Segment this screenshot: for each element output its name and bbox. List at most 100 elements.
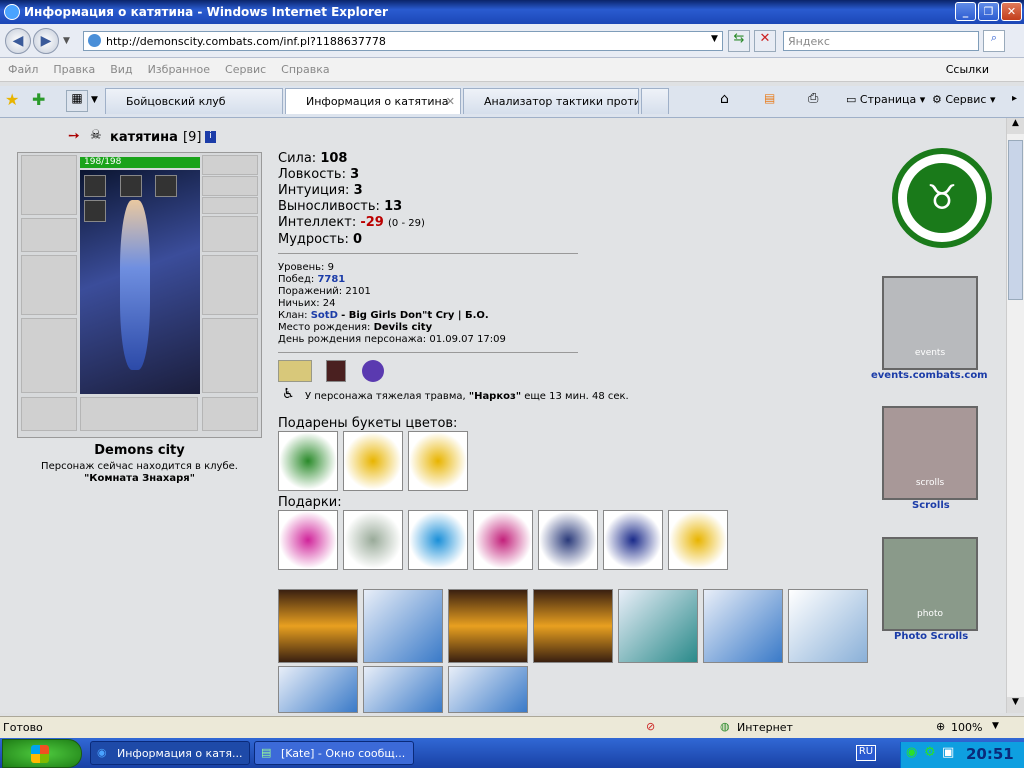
links-label[interactable]: Ссылки [946,63,989,76]
card-9[interactable] [363,666,443,713]
bouquet-gold-2[interactable] [408,431,468,491]
new-tab-button[interactable] [641,88,669,114]
page-menu[interactable]: ▭ Страница ▾ [846,93,925,106]
clock[interactable]: 20:51 [966,745,1014,763]
scroll-up-icon[interactable]: ▲ [1007,118,1024,134]
tab-analyzer[interactable]: Анализатор тактики проти... [463,88,639,114]
leggings-slot[interactable] [202,318,258,393]
info-icon[interactable]: i [205,131,216,143]
gloves-slot[interactable] [202,216,258,252]
card-1[interactable] [278,589,358,663]
menu-file[interactable]: Файл [8,63,38,76]
scrolls-banner[interactable]: scrolls [882,406,978,500]
menu-favorites[interactable]: Избранное [148,63,210,76]
print-icon[interactable]: ⎙ [808,91,818,106]
stop-icon[interactable]: ✕ [754,30,776,52]
zoom-level[interactable]: 100% [951,721,982,734]
quick-tabs-icon[interactable]: ▦ [66,90,88,112]
home-icon[interactable]: ⌂ [720,91,729,107]
tab-list-icon[interactable]: ▼ [91,95,98,105]
chevron-right-icon[interactable]: ▸ [1012,93,1017,104]
forward-button[interactable]: ▶ [33,28,59,54]
scrolls-link[interactable]: Scrolls [912,500,950,511]
tab-fight-club[interactable]: Бойцовский клуб [105,88,283,114]
address-input[interactable]: http://demonscity.combats.com/inf.pl?118… [83,31,723,51]
arrow-icon[interactable]: ➙ [68,128,80,144]
card-10[interactable] [448,666,528,713]
start-button[interactable] [2,739,82,768]
favorites-star-icon[interactable]: ★ [5,90,19,109]
bouquet-gold-1[interactable] [343,431,403,491]
menu-help[interactable]: Справка [281,63,329,76]
bouquet-tree[interactable] [278,431,338,491]
card-8[interactable] [278,666,358,713]
gift-book[interactable] [603,510,663,570]
photo-scrolls-link[interactable]: Photo Scrolls [894,631,968,642]
zoom-icon[interactable]: ⊕ [936,720,945,733]
history-dropdown-icon[interactable]: ▼ [63,36,70,46]
events-banner[interactable]: events [882,276,978,370]
network-icon[interactable]: ▣ [942,745,954,760]
language-indicator[interactable]: RU [856,745,876,761]
gift-box[interactable] [538,510,598,570]
card-2[interactable] [363,589,443,663]
scroll-down-icon[interactable]: ▼ [1007,697,1024,713]
tray-icon-2[interactable]: ⚙ [924,745,936,760]
card-6[interactable] [703,589,783,663]
tools-menu[interactable]: ⚙ Сервис ▾ [932,93,996,106]
card-4[interactable] [533,589,613,663]
refresh-icon[interactable]: ⇆ [728,30,750,52]
back-button[interactable]: ◀ [5,28,31,54]
tab-character-info[interactable]: Информация о катятина ✕ [285,88,461,114]
rings-slot[interactable] [202,197,258,214]
card-3[interactable] [448,589,528,663]
effect-icon-2[interactable] [120,175,142,197]
boots-slot[interactable] [202,397,258,431]
maximize-button[interactable]: ❐ [978,2,999,21]
shield-slot[interactable] [202,255,258,315]
feeds-icon[interactable]: ▤ [764,91,775,105]
amulet-slot[interactable] [202,176,258,196]
taskbar-ie-window[interactable]: ◉ Информация о катя... [90,741,250,765]
trauma-text: У персонажа тяжелая травма, "Наркоз" еще… [305,391,629,403]
bracer-slot[interactable] [21,218,77,252]
taskbar-chat-window[interactable]: ▤ [Kate] - Окно сообщ... [254,741,414,765]
vertical-scrollbar[interactable]: ▲ ▼ [1006,118,1024,713]
trauma-suffix: еще 13 мин. 48 сек. [524,391,629,402]
effect-icon-4[interactable] [84,200,106,222]
card-5[interactable] [618,589,698,663]
close-button[interactable]: ✕ [1001,2,1022,21]
menu-tools[interactable]: Сервис [225,63,266,76]
clan-badge-icon[interactable] [326,360,346,382]
badge-icon[interactable] [278,360,312,382]
bull-logo[interactable]: ♉ [892,148,992,248]
search-icon[interactable]: ⌕ [983,30,1005,52]
gift-heart-key[interactable] [668,510,728,570]
minimize-button[interactable]: _ [955,2,976,21]
events-link[interactable]: events.combats.com [871,370,988,381]
helmet-slot[interactable] [21,155,77,215]
address-dropdown-icon[interactable]: ▼ [711,34,718,44]
gift-blue-tree[interactable] [408,510,468,570]
earring-slot[interactable] [202,155,258,175]
belt-slot[interactable] [21,397,77,431]
menu-view[interactable]: Вид [110,63,132,76]
search-input[interactable]: Яндекс [783,31,979,51]
tray-icon-1[interactable]: ◉ [906,745,917,760]
clan-link[interactable]: SotD [311,310,338,321]
photo-banner[interactable]: photo [882,537,978,631]
gift-jester-hat[interactable] [278,510,338,570]
scroll-thumb[interactable] [1008,140,1023,300]
armor-slot[interactable] [21,318,77,393]
tab-close-icon[interactable]: ✕ [446,95,455,108]
gift-white-flowers[interactable] [343,510,403,570]
weapon-slot[interactable] [21,255,77,315]
menu-edit[interactable]: Правка [53,63,95,76]
add-favorite-icon[interactable]: ✚ [32,90,45,109]
gift-orchid[interactable] [473,510,533,570]
zoom-dropdown-icon[interactable]: ▼ [992,721,999,731]
card-7[interactable] [788,589,868,663]
rune-icon[interactable] [362,360,384,382]
effect-icon-1[interactable] [84,175,106,197]
effect-icon-3[interactable] [155,175,177,197]
